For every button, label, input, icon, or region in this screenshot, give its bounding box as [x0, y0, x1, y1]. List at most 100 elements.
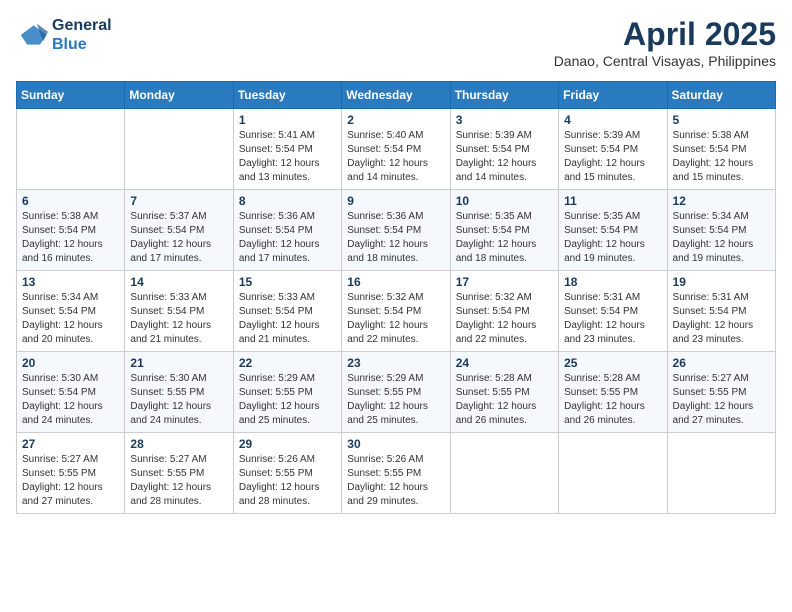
day-info: Sunrise: 5:36 AM Sunset: 5:54 PM Dayligh… [239, 210, 336, 266]
day-number: 17 [456, 275, 553, 289]
day-number: 12 [673, 194, 770, 208]
day-info: Sunrise: 5:33 AM Sunset: 5:54 PM Dayligh… [130, 291, 227, 347]
day-info: Sunrise: 5:41 AM Sunset: 5:54 PM Dayligh… [239, 129, 336, 185]
calendar-cell: 8 Sunrise: 5:36 AM Sunset: 5:54 PM Daylig… [233, 190, 341, 271]
calendar-cell: 26 Sunrise: 5:27 AM Sunset: 5:55 PM Dayli… [667, 352, 775, 433]
day-info: Sunrise: 5:30 AM Sunset: 5:55 PM Dayligh… [130, 372, 227, 428]
day-number: 7 [130, 194, 227, 208]
calendar-cell: 15 Sunrise: 5:33 AM Sunset: 5:54 PM Dayli… [233, 271, 341, 352]
month-title: April 2025 [554, 16, 776, 53]
calendar-cell: 12Sunrise: 5:34 AM Sunset: 5:54 PM Dayli… [667, 190, 775, 271]
day-number: 20 [22, 356, 119, 370]
day-info: Sunrise: 5:38 AM Sunset: 5:54 PM Dayligh… [22, 210, 119, 266]
day-info: Sunrise: 5:32 AM Sunset: 5:54 PM Dayligh… [456, 291, 553, 347]
calendar-cell: 27 Sunrise: 5:27 AM Sunset: 5:55 PM Dayli… [17, 433, 125, 514]
calendar-week-1: 1Sunrise: 5:41 AM Sunset: 5:54 PM Daylig… [17, 109, 776, 190]
day-number: 11 [564, 194, 661, 208]
calendar-cell: 9 Sunrise: 5:36 AM Sunset: 5:54 PM Daylig… [342, 190, 450, 271]
location: Danao, Central Visayas, Philippines [554, 53, 776, 69]
day-number: 23 [347, 356, 444, 370]
day-info: Sunrise: 5:31 AM Sunset: 5:54 PM Dayligh… [564, 291, 661, 347]
day-number: 22 [239, 356, 336, 370]
day-info: Sunrise: 5:36 AM Sunset: 5:54 PM Dayligh… [347, 210, 444, 266]
day-number: 28 [130, 437, 227, 451]
day-number: 27 [22, 437, 119, 451]
calendar-cell [559, 433, 667, 514]
day-number: 16 [347, 275, 444, 289]
calendar-cell: 1Sunrise: 5:41 AM Sunset: 5:54 PM Daylig… [233, 109, 341, 190]
day-info: Sunrise: 5:32 AM Sunset: 5:54 PM Dayligh… [347, 291, 444, 347]
calendar-cell: 25 Sunrise: 5:28 AM Sunset: 5:55 PM Dayli… [559, 352, 667, 433]
day-number: 19 [673, 275, 770, 289]
day-number: 9 [347, 194, 444, 208]
logo-text: General Blue [52, 16, 112, 54]
page-header: General Blue April 2025 Danao, Central V… [16, 16, 776, 69]
day-info: Sunrise: 5:26 AM Sunset: 5:55 PM Dayligh… [347, 453, 444, 509]
weekday-header-row: SundayMondayTuesdayWednesdayThursdayFrid… [17, 82, 776, 109]
calendar-week-2: 6 Sunrise: 5:38 AM Sunset: 5:54 PM Daylig… [17, 190, 776, 271]
calendar-cell: 16 Sunrise: 5:32 AM Sunset: 5:54 PM Dayli… [342, 271, 450, 352]
calendar-cell: 17 Sunrise: 5:32 AM Sunset: 5:54 PM Dayli… [450, 271, 558, 352]
calendar-cell: 7 Sunrise: 5:37 AM Sunset: 5:54 PM Daylig… [125, 190, 233, 271]
day-info: Sunrise: 5:27 AM Sunset: 5:55 PM Dayligh… [673, 372, 770, 428]
day-number: 24 [456, 356, 553, 370]
day-number: 3 [456, 113, 553, 127]
calendar-cell: 18 Sunrise: 5:31 AM Sunset: 5:54 PM Dayli… [559, 271, 667, 352]
day-number: 26 [673, 356, 770, 370]
day-info: Sunrise: 5:35 AM Sunset: 5:54 PM Dayligh… [456, 210, 553, 266]
calendar-cell: 20 Sunrise: 5:30 AM Sunset: 5:54 PM Dayli… [17, 352, 125, 433]
calendar-cell: 23Sunrise: 5:29 AM Sunset: 5:55 PM Dayli… [342, 352, 450, 433]
day-info: Sunrise: 5:39 AM Sunset: 5:54 PM Dayligh… [456, 129, 553, 185]
day-info: Sunrise: 5:31 AM Sunset: 5:54 PM Dayligh… [673, 291, 770, 347]
calendar-cell [450, 433, 558, 514]
calendar-cell: 2 Sunrise: 5:40 AM Sunset: 5:54 PM Daylig… [342, 109, 450, 190]
calendar-cell: 19 Sunrise: 5:31 AM Sunset: 5:54 PM Dayli… [667, 271, 775, 352]
day-info: Sunrise: 5:38 AM Sunset: 5:54 PM Dayligh… [673, 129, 770, 185]
day-info: Sunrise: 5:37 AM Sunset: 5:54 PM Dayligh… [130, 210, 227, 266]
calendar-cell: 11 Sunrise: 5:35 AM Sunset: 5:54 PM Dayli… [559, 190, 667, 271]
day-info: Sunrise: 5:28 AM Sunset: 5:55 PM Dayligh… [456, 372, 553, 428]
day-number: 8 [239, 194, 336, 208]
day-number: 2 [347, 113, 444, 127]
weekday-header-tuesday: Tuesday [233, 82, 341, 109]
title-area: April 2025 Danao, Central Visayas, Phili… [554, 16, 776, 69]
day-number: 4 [564, 113, 661, 127]
logo: General Blue [16, 16, 112, 54]
day-info: Sunrise: 5:39 AM Sunset: 5:54 PM Dayligh… [564, 129, 661, 185]
day-number: 14 [130, 275, 227, 289]
day-number: 6 [22, 194, 119, 208]
day-info: Sunrise: 5:27 AM Sunset: 5:55 PM Dayligh… [22, 453, 119, 509]
calendar-cell: 28Sunrise: 5:27 AM Sunset: 5:55 PM Dayli… [125, 433, 233, 514]
calendar-cell [17, 109, 125, 190]
day-number: 30 [347, 437, 444, 451]
calendar-cell: 6 Sunrise: 5:38 AM Sunset: 5:54 PM Daylig… [17, 190, 125, 271]
calendar-cell: 5 Sunrise: 5:38 AM Sunset: 5:54 PM Daylig… [667, 109, 775, 190]
day-number: 15 [239, 275, 336, 289]
calendar-week-3: 13 Sunrise: 5:34 AM Sunset: 5:54 PM Dayli… [17, 271, 776, 352]
day-number: 18 [564, 275, 661, 289]
day-info: Sunrise: 5:40 AM Sunset: 5:54 PM Dayligh… [347, 129, 444, 185]
day-info: Sunrise: 5:28 AM Sunset: 5:55 PM Dayligh… [564, 372, 661, 428]
calendar-cell: 24 Sunrise: 5:28 AM Sunset: 5:55 PM Dayli… [450, 352, 558, 433]
weekday-header-friday: Friday [559, 82, 667, 109]
day-info: Sunrise: 5:33 AM Sunset: 5:54 PM Dayligh… [239, 291, 336, 347]
calendar-cell: 3 Sunrise: 5:39 AM Sunset: 5:54 PM Daylig… [450, 109, 558, 190]
day-number: 25 [564, 356, 661, 370]
calendar-cell: 13 Sunrise: 5:34 AM Sunset: 5:54 PM Dayli… [17, 271, 125, 352]
calendar-cell: 14 Sunrise: 5:33 AM Sunset: 5:54 PM Dayli… [125, 271, 233, 352]
calendar-cell: 22Sunrise: 5:29 AM Sunset: 5:55 PM Dayli… [233, 352, 341, 433]
weekday-header-wednesday: Wednesday [342, 82, 450, 109]
calendar-cell [125, 109, 233, 190]
day-number: 5 [673, 113, 770, 127]
day-info: Sunrise: 5:35 AM Sunset: 5:54 PM Dayligh… [564, 210, 661, 266]
calendar-week-4: 20 Sunrise: 5:30 AM Sunset: 5:54 PM Dayli… [17, 352, 776, 433]
day-number: 21 [130, 356, 227, 370]
calendar-table: SundayMondayTuesdayWednesdayThursdayFrid… [16, 81, 776, 514]
day-info: Sunrise: 5:34 AM Sunset: 5:54 PM Dayligh… [22, 291, 119, 347]
calendar-cell: 30 Sunrise: 5:26 AM Sunset: 5:55 PM Dayli… [342, 433, 450, 514]
calendar-cell [667, 433, 775, 514]
day-number: 10 [456, 194, 553, 208]
weekday-header-thursday: Thursday [450, 82, 558, 109]
day-info: Sunrise: 5:30 AM Sunset: 5:54 PM Dayligh… [22, 372, 119, 428]
day-number: 13 [22, 275, 119, 289]
